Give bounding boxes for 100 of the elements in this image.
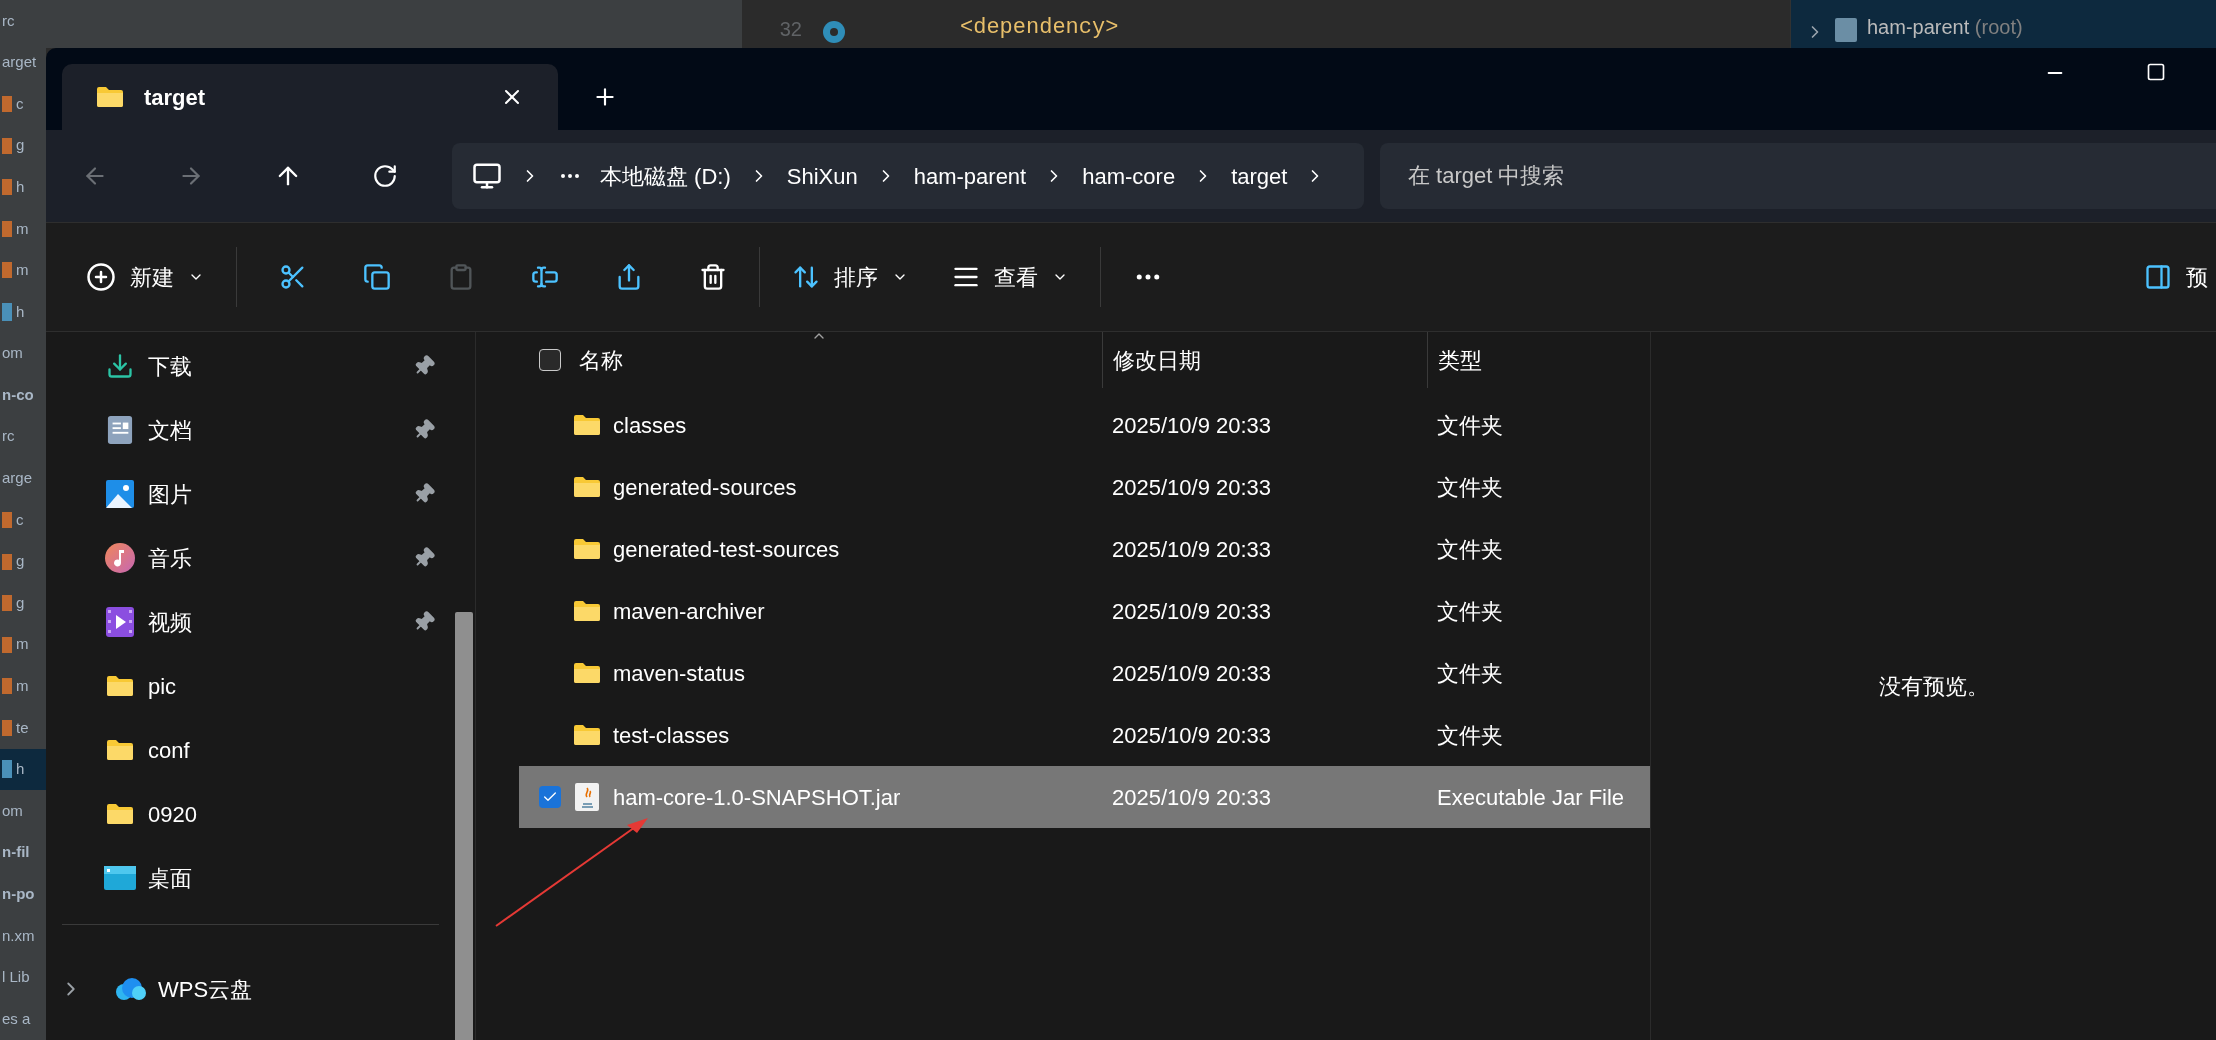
column-header[interactable]: 名称 [579, 343, 623, 377]
refresh-icon[interactable] [372, 163, 398, 189]
file-name: classes [613, 411, 687, 440]
column-header[interactable]: 修改日期 [1113, 343, 1201, 377]
tree-label[interactable]: arge [2, 467, 33, 490]
document-icon [107, 415, 133, 445]
tree-label[interactable]: g [16, 134, 25, 157]
tree-label[interactable]: h [16, 300, 25, 324]
sidebar-item[interactable]: 桌面 [46, 846, 455, 910]
tree-label[interactable]: n-co [2, 383, 34, 407]
scrollbar-thumb[interactable] [455, 612, 473, 1040]
breadcrumb[interactable]: 本地磁盘 (D:) [600, 159, 731, 193]
file-type: 文件夹 [1436, 597, 1504, 626]
tree-label[interactable]: m [16, 633, 29, 656]
tree-label[interactable]: om [2, 799, 23, 823]
cloud-icon [114, 978, 146, 1000]
tree-label[interactable]: n-po [2, 883, 35, 906]
file-row[interactable]: ham-core-1.0-SNAPSHOT.jar 2025/10/9 20:33 Executable Jar File [519, 766, 1650, 828]
tree-label[interactable]: n-fil [2, 841, 30, 864]
no-preview-message: 没有预览。 [1878, 672, 1989, 701]
file-row[interactable]: maven-archiver 2025/10/9 20:33 文件夹 [519, 580, 1650, 642]
file-row[interactable]: generated-test-sources 2025/10/9 20:33 文件夹 [519, 518, 1650, 580]
modified-date: 2025/10/9 20:33 [1111, 659, 1273, 688]
sidebar-item[interactable]: pic [46, 654, 455, 718]
modified-date: 2025/10/9 20:33 [1111, 721, 1273, 750]
download-icon [106, 352, 134, 380]
column-header[interactable]: 类型 [1438, 343, 1482, 377]
tree-label[interactable]: rc [2, 425, 15, 448]
tree-label[interactable]: arget [2, 51, 37, 74]
line-number: 32 [778, 17, 802, 42]
sidebar-item[interactable]: 视频 [46, 590, 455, 654]
tree-label[interactable]: m [16, 259, 29, 282]
file-type: 文件夹 [1436, 411, 1504, 440]
breadcrumb[interactable]: target [1231, 159, 1288, 193]
file-type: 文件夹 [1436, 659, 1504, 688]
file-type: 文件夹 [1436, 721, 1504, 750]
sort-button[interactable]: 排序 [792, 260, 908, 294]
sidebar-item[interactable]: 0920 [46, 782, 455, 846]
tree-label[interactable]: n.xm [2, 924, 35, 948]
file-type: 文件夹 [1436, 535, 1504, 564]
file-row[interactable]: test-classes 2025/10/9 20:33 文件夹 [519, 704, 1650, 766]
tree-label[interactable]: c [16, 92, 24, 116]
modified-date: 2025/10/9 20:33 [1111, 535, 1273, 564]
sidebar-item[interactable]: 图片 [46, 462, 455, 526]
file-row[interactable]: maven-status 2025/10/9 20:33 文件夹 [519, 642, 1650, 704]
tree-label[interactable]: om [2, 342, 23, 365]
maximize-icon[interactable] [2146, 62, 2166, 82]
sidebar-item[interactable]: 下载 [46, 334, 455, 398]
code-line: <dependency> [960, 14, 1119, 42]
file-row[interactable]: generated-sources 2025/10/9 20:33 文件夹 [519, 456, 1650, 518]
modified-date: 2025/10/9 20:33 [1111, 597, 1273, 626]
file-name: maven-archiver [613, 597, 765, 626]
tree-label[interactable]: c [16, 508, 24, 532]
preview-pane-icon [2144, 263, 2172, 291]
file-name: maven-status [613, 659, 746, 688]
file-name: generated-sources [613, 473, 797, 502]
view-button[interactable]: 查看 [952, 260, 1068, 294]
new-button[interactable]: 新建 [86, 260, 204, 294]
computer-icon [472, 161, 502, 191]
select-all-checkbox[interactable] [539, 349, 561, 371]
tree-label[interactable]: es a [2, 1007, 31, 1031]
file-name: ham-core-1.0-SNAPSHOT.jar [613, 783, 901, 812]
preview-button[interactable]: 预 [2144, 260, 2216, 294]
sidebar-item[interactable]: 音乐 [46, 526, 455, 590]
tree-label[interactable]: m [16, 675, 29, 698]
modified-date: 2025/10/9 20:33 [1111, 411, 1273, 440]
tree-label[interactable]: h [16, 758, 25, 781]
tree-label[interactable]: h [16, 175, 25, 199]
tree-label[interactable]: te [16, 716, 29, 740]
desktop-icon [104, 866, 136, 890]
modified-date: 2025/10/9 20:33 [1111, 783, 1273, 812]
address-bar[interactable]: 本地磁盘 (D:) ShiXun ham-parent ham-core target [452, 143, 1364, 209]
plus-icon [86, 262, 116, 292]
search-field[interactable]: 在 target 中搜索 [1380, 143, 2216, 209]
music-icon [105, 543, 135, 573]
copy-icon[interactable] [363, 263, 391, 291]
sidebar-item[interactable]: 文档 [46, 398, 455, 462]
breadcrumb[interactable]: ShiXun [786, 159, 858, 193]
modified-date: 2025/10/9 20:33 [1111, 473, 1273, 502]
picture-icon [106, 480, 134, 508]
tree-label[interactable]: g [16, 550, 25, 573]
file-name: test-classes [613, 721, 730, 750]
tab[interactable]: target [62, 64, 558, 130]
maven-module-icon [1835, 18, 1857, 42]
file-type: Executable Jar File [1436, 783, 1626, 812]
breadcrumb[interactable]: ham-parent [913, 159, 1027, 193]
tree-label[interactable]: rc [2, 9, 15, 33]
row-checkbox[interactable] [539, 786, 561, 808]
tree-label[interactable]: m [16, 217, 29, 240]
breadcrumb[interactable]: ham-core [1082, 159, 1176, 193]
sidebar-item[interactable]: conf [46, 718, 455, 782]
delete-icon[interactable] [699, 263, 727, 291]
java-file-icon [575, 783, 599, 811]
file-name: generated-test-sources [613, 535, 840, 564]
file-row[interactable]: classes 2025/10/9 20:33 文件夹 [519, 394, 1650, 456]
tree-label[interactable]: l Lib [2, 966, 30, 989]
sidebar-item[interactable]: WPS云盘 [46, 957, 455, 1021]
video-icon [106, 607, 134, 637]
tree-label[interactable]: g [16, 591, 25, 615]
file-type: 文件夹 [1436, 473, 1504, 502]
